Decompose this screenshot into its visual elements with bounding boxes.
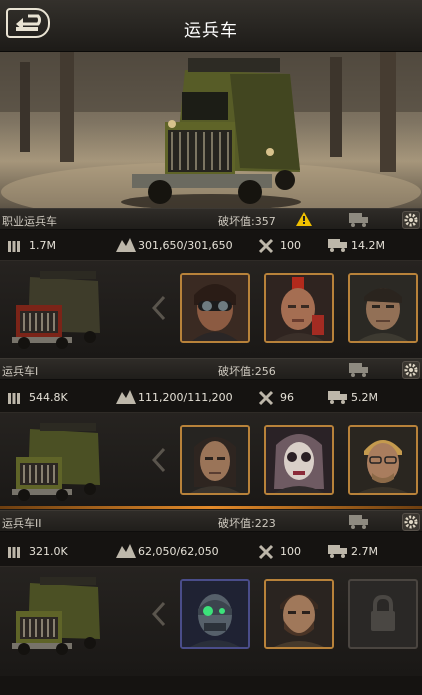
wrench-icon: [258, 390, 274, 406]
hero-bearded-man: [266, 581, 332, 647]
hero-goggles-woman: [182, 275, 248, 341]
lock-icon: [371, 594, 395, 631]
hero-skull-woman: [266, 427, 332, 493]
truck-load-icon[interactable]: [349, 213, 369, 227]
truck-load-icon[interactable]: [349, 363, 369, 377]
section-header: 运兵车I 破坏值:256: [0, 358, 422, 380]
hero-banner: [0, 52, 422, 208]
hero-cyber-mask: [182, 581, 248, 647]
section-header: 职业运兵车 破坏值:357: [0, 208, 422, 230]
bullets-icon: [8, 241, 20, 252]
damage-value: 破坏值:357: [218, 215, 276, 228]
transport-icon: [328, 391, 347, 404]
vehicle-body: [0, 260, 422, 358]
hero-slot[interactable]: [180, 425, 250, 495]
locked-slot[interactable]: [348, 579, 418, 649]
hero-slot[interactable]: [180, 273, 250, 343]
section-header: 运兵车II 破坏值:223: [0, 510, 422, 532]
vehicle-name: 运兵车II: [2, 517, 42, 530]
troop-count: 1.7M: [29, 239, 56, 252]
vehicle-body: [0, 412, 422, 510]
repair-value: 100: [280, 545, 301, 558]
chevron-left-icon: [152, 447, 166, 473]
wrench-icon: [258, 238, 274, 254]
transport-icon: [328, 239, 347, 252]
armored-truck-hero: [0, 52, 422, 208]
warning-icon[interactable]: [296, 212, 312, 226]
armor-icon: [116, 390, 136, 404]
troop-count: 544.8K: [29, 391, 68, 404]
stats-row: 321.0K 62,050/62,050 100 2.7M: [0, 540, 422, 564]
troop-truck-green[interactable]: [10, 421, 106, 501]
section-divider: [0, 506, 422, 509]
stats-row: 544.8K 111,200/111,200 96 5.2M: [0, 386, 422, 410]
repair-value: 96: [280, 391, 294, 404]
settings-button[interactable]: [402, 211, 420, 229]
vehicle-name: 职业运兵车: [2, 215, 57, 228]
vehicle-body: [0, 566, 422, 676]
stats-row: 1.7M 301,650/301,650 100 14.2M: [0, 234, 422, 258]
armor-icon: [116, 544, 136, 558]
hero-slot[interactable]: [264, 273, 334, 343]
settings-button[interactable]: [402, 361, 420, 379]
hp-value: 301,650/301,650: [138, 239, 233, 252]
troop-truck-green[interactable]: [10, 575, 106, 655]
header-bar: 运兵车: [0, 0, 422, 52]
armor-icon: [116, 238, 136, 252]
hp-value: 62,050/62,050: [138, 545, 219, 558]
transport-icon: [328, 545, 347, 558]
hero-slot[interactable]: [264, 425, 334, 495]
gear-icon: [404, 515, 418, 529]
hero-mohawk-man: [266, 275, 332, 341]
repair-value: 100: [280, 239, 301, 252]
hero-slot[interactable]: [348, 425, 418, 495]
load-value: 14.2M: [351, 239, 385, 252]
vehicle-name: 运兵车I: [2, 365, 39, 378]
bullets-icon: [8, 547, 20, 558]
gear-icon: [404, 363, 418, 377]
troop-count: 321.0K: [29, 545, 68, 558]
hero-slot[interactable]: [180, 579, 250, 649]
chevron-left-icon: [152, 295, 166, 321]
chevron-left-icon: [152, 601, 166, 627]
hero-scarred-man: [350, 275, 416, 341]
load-value: 2.7M: [351, 545, 378, 558]
page-title: 运兵车: [184, 21, 238, 41]
damage-value: 破坏值:223: [218, 517, 276, 530]
damage-value: 破坏值:256: [218, 365, 276, 378]
hero-blond-man: [350, 427, 416, 493]
hero-long-hair-man: [182, 427, 248, 493]
settings-button[interactable]: [402, 513, 420, 531]
hero-slot[interactable]: [348, 273, 418, 343]
gear-icon: [404, 213, 418, 227]
wrench-icon: [258, 544, 274, 560]
hero-slot[interactable]: [264, 579, 334, 649]
truck-load-icon[interactable]: [349, 515, 369, 529]
troop-truck-red[interactable]: [10, 269, 106, 349]
load-value: 5.2M: [351, 391, 378, 404]
bullets-icon: [8, 393, 20, 404]
hp-value: 111,200/111,200: [138, 391, 233, 404]
